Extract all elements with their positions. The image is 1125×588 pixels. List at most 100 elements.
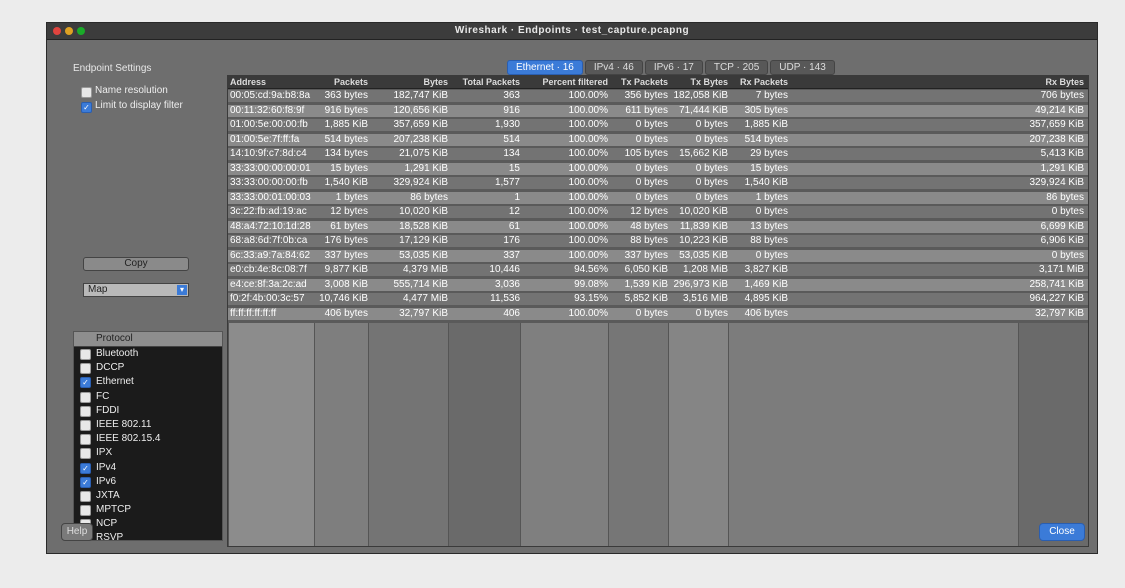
column-header[interactable]: Address [230,76,314,88]
tab-2[interactable]: IPv6 · 17 [644,60,703,75]
protocol-checkbox[interactable] [80,434,91,446]
protocol-item[interactable]: JXTA [74,489,222,503]
table-cell: 1,208 MiB [682,264,728,275]
table-cell: 33:33:00:00:00:01 [230,162,311,174]
table-cell: 5,413 KiB [1040,148,1084,159]
table-row[interactable]: 33:33:00:01:00:03 1 bytes 86 bytes 1 100.00%… [228,191,1088,204]
table-cell: 12 bytes [630,206,668,217]
table-cell: 61 bytes [330,220,368,232]
table-row[interactable]: 33:33:00:00:00:01 15 bytes 1,291 KiB 15 100.… [228,162,1088,175]
protocol-checkbox[interactable]: ✓ [80,476,91,488]
protocol-label: IPX [96,447,113,459]
table-cell: 0 bytes [635,133,668,145]
column-header[interactable]: Percent filtered [520,76,608,88]
protocol-label: IEEE 802.15.4 [96,433,161,445]
protocol-item[interactable]: Bluetooth [74,347,222,361]
close-button[interactable]: Close [1039,523,1085,541]
table-row[interactable]: 68:a8:6d:7f:0b:ca 176 bytes 17,129 KiB 176 1… [228,235,1088,247]
table-cell: 100.00% [568,162,608,174]
table-cell: 0 bytes [695,162,728,174]
column-header[interactable]: Total Packets [448,76,520,88]
protocol-item[interactable]: RSVP [74,531,222,540]
table-cell: 611 bytes [625,104,668,116]
table-cell: 207,238 KiB [1029,133,1085,145]
limit-display-filter-checkbox[interactable]: ✓ [81,102,92,113]
empty-column-area [368,323,449,546]
copy-button[interactable]: Copy [83,257,189,271]
column-header[interactable]: Tx Packets [608,76,668,88]
protocol-item[interactable]: ✓ Ethernet [74,375,222,389]
table-cell: 100.00% [568,191,608,203]
table-row[interactable]: 14:10:9f:c7:8d:c4 134 bytes 21,075 KiB 134 1… [228,148,1088,160]
protocol-item[interactable]: FDDI [74,404,222,418]
map-select[interactable]: Map ▾ [83,283,189,297]
protocol-checkbox[interactable] [80,363,91,375]
protocol-checkbox[interactable]: ✓ [80,377,91,389]
protocol-item[interactable]: IEEE 802.15.4 [74,432,222,446]
table-row[interactable]: e0:cb:4e:8c:08:7f 9,877 KiB 4,379 MiB 10,44… [228,264,1088,276]
table-cell: 0 bytes [635,307,668,319]
protocol-checkbox[interactable] [80,349,91,360]
protocol-item[interactable]: FC [74,390,222,404]
table-cell: 10,746 KiB [319,293,368,304]
table-row[interactable]: 00:11:32:60:f8:9f 916 bytes 120,656 KiB 916… [228,104,1088,117]
table-cell: 3,516 MiB [682,293,728,304]
tab-1[interactable]: IPv4 · 46 [584,60,643,75]
table-row[interactable]: f0:2f:4b:00:3c:57 10,746 KiB 4,477 MiB 11,5… [228,293,1088,305]
tab-0[interactable]: Ethernet · 16 [507,60,583,75]
table-row[interactable]: e4:ce:8f:3a:2c:ad 3,008 KiB 555,714 KiB 3,0… [228,278,1088,291]
table-cell: 100.00% [568,119,608,130]
table-cell: e4:ce:8f:3a:2c:ad [230,278,307,290]
protocol-checkbox[interactable] [80,490,91,502]
protocol-checkbox[interactable] [80,419,91,431]
table-row[interactable]: ff:ff:ff:ff:ff:ff 406 bytes 32,797 KiB 406 1… [228,307,1088,320]
help-button[interactable]: Help [61,523,93,541]
column-header[interactable]: Rx Packets [728,76,788,88]
table-cell: 99.08% [574,278,608,290]
column-header[interactable]: Tx Bytes [668,76,728,88]
protocol-checkbox[interactable] [80,505,91,517]
table-row[interactable]: 3c:22:fb:ad:19:ac 12 bytes 10,020 KiB 12 100… [228,206,1088,218]
protocol-item[interactable]: IPX [74,446,222,460]
table-cell: 3,827 KiB [744,264,788,275]
table-cell: 10,020 KiB [399,206,448,217]
table-cell: 356 bytes [624,90,668,101]
protocol-item[interactable]: ✓ IPv6 [74,475,222,489]
table-cell: 0 bytes [695,177,728,188]
protocol-checkbox[interactable] [80,448,91,460]
protocol-item[interactable]: ✓ IPv4 [74,461,222,475]
protocol-label: FDDI [96,404,120,416]
table-cell: 48 bytes [630,220,668,232]
table-cell: 134 [503,148,520,159]
protocol-checkbox[interactable]: ✓ [80,462,91,474]
protocol-item[interactable]: MPTCP [74,503,222,517]
table-cell: 100.00% [568,148,608,159]
table-row[interactable]: 6c:33:a9:7a:84:62 337 bytes 53,035 KiB 337 1… [228,249,1088,262]
protocol-checkbox[interactable] [80,405,91,417]
table-row[interactable]: 33:33:00:00:00:fb 1,540 KiB 329,924 KiB 1,5… [228,177,1088,189]
tab-4[interactable]: UDP · 143 [770,60,835,75]
column-header[interactable]: Bytes [368,76,448,88]
table-cell: 1,885 KiB [744,119,788,130]
column-header[interactable]: Packets [314,76,368,88]
table-cell: 11,536 [490,293,520,304]
table-row[interactable]: 01:00:5e:7f:ff:fa 514 bytes 207,238 KiB 514… [228,133,1088,146]
tab-3[interactable]: TCP · 205 [704,60,769,75]
protocol-item[interactable]: IEEE 802.11 [74,418,222,432]
table-cell: 1 [514,191,520,203]
table-cell: 100.00% [568,307,608,319]
table-cell: 0 bytes [695,119,728,130]
endpoint-settings-panel: Endpoint Settings Name resolution ✓ Limi… [61,61,227,546]
table-cell: 4,477 MiB [402,293,448,304]
table-row[interactable]: 48:a4:72:10:1d:28 61 bytes 18,528 KiB 61 100… [228,220,1088,233]
protocol-label: IPv6 [96,475,117,487]
protocol-item[interactable]: DCCP [74,361,222,375]
name-resolution-label: Name resolution [95,85,168,96]
protocol-checkbox[interactable] [80,391,91,403]
name-resolution-checkbox[interactable] [81,87,92,98]
column-header[interactable]: Rx Bytes [1018,76,1084,88]
table-row[interactable]: 01:00:5e:00:00:fb 1,885 KiB 357,659 KiB 1,9… [228,119,1088,131]
table-cell: 10,446 [489,264,520,275]
protocol-item[interactable]: NCP [74,517,222,531]
table-row[interactable]: 00:05:cd:9a:b8:8a 363 bytes 182,747 KiB 363… [228,90,1088,102]
